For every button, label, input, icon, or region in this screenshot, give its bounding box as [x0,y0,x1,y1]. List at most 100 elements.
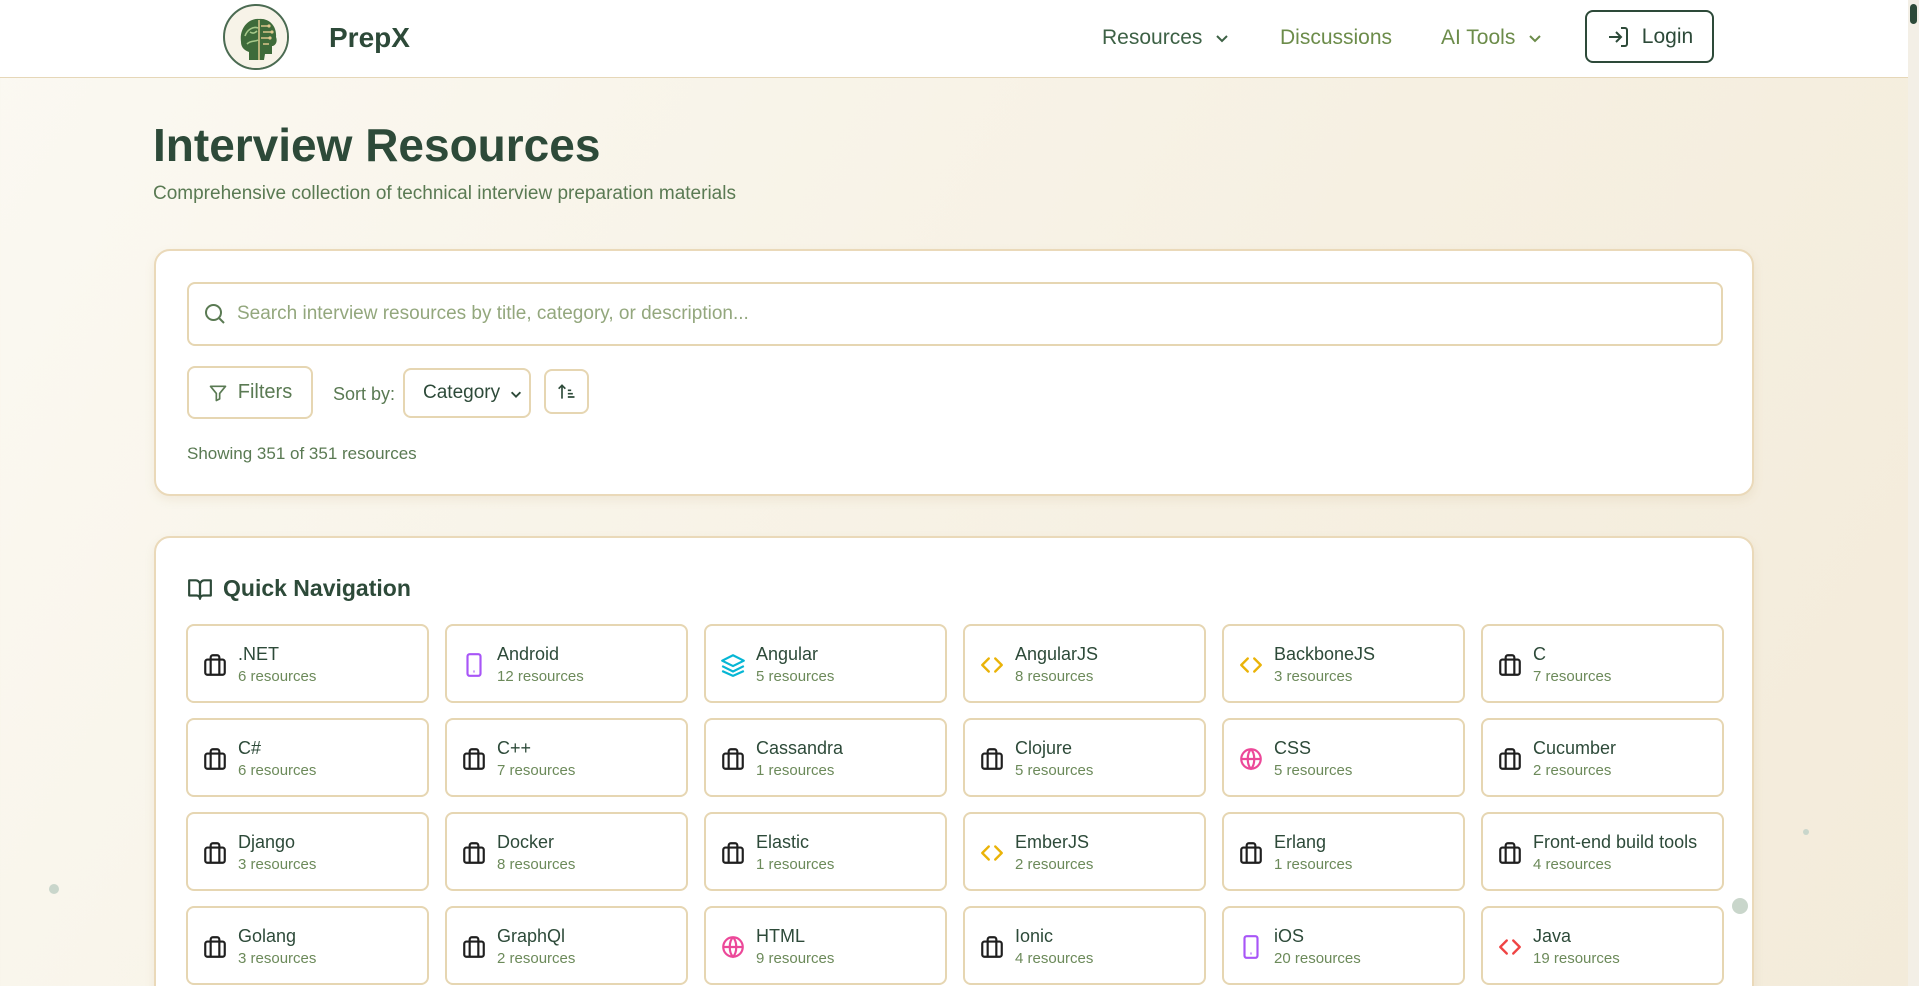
search-field[interactable] [187,282,1723,346]
briefcase-icon [981,748,1003,770]
brand-name[interactable]: PrepX [329,22,410,54]
category-tile[interactable]: C# 6 resources [186,718,429,797]
top-navbar: PrepX Resources Discussions AI Tools Log… [0,0,1908,78]
category-name: Java [1533,926,1572,946]
search-icon [205,304,225,324]
briefcase-icon [1499,748,1521,770]
login-button[interactable]: Login [1585,10,1714,63]
sort-select[interactable]: Category [403,368,531,418]
nav-discussions[interactable]: Discussions [1280,26,1392,50]
nav-ai-tools-label: AI Tools [1441,26,1516,49]
category-tile[interactable]: Erlang 1 resources [1222,812,1465,891]
category-name: Golang [238,926,297,946]
sort-order-button[interactable] [544,369,589,414]
category-name: CSS [1274,738,1312,758]
sort-by-label: Sort by: [333,384,396,404]
category-tile[interactable]: GraphQl 2 resources [445,906,688,985]
brand-logo[interactable] [223,4,289,70]
category-name: EmberJS [1015,832,1090,852]
category-count: 8 resources [1015,668,1094,685]
category-count: 6 resources [238,668,317,685]
category-tile[interactable]: Angular 5 resources [704,624,947,703]
page-subtitle: Comprehensive collection of technical in… [153,183,736,204]
decorative-dot [1732,898,1748,914]
code-icon [981,657,1003,673]
nav-discussions-label: Discussions [1280,26,1393,49]
category-tile[interactable]: Elastic 1 resources [704,812,947,891]
decorative-dot [49,884,59,894]
category-name: C [1533,644,1546,664]
category-tile[interactable]: Django 3 resources [186,812,429,891]
category-name: Django [238,832,296,852]
briefcase-icon [1499,654,1521,676]
category-count: 8 resources [497,856,576,873]
filters-button[interactable]: Filters [187,366,313,419]
category-tile[interactable]: .NET 6 resources [186,624,429,703]
category-count: 4 resources [1533,856,1612,873]
quick-navigation-heading: Quick Navigation [187,575,411,602]
smartphone-icon [1243,935,1259,959]
category-tile[interactable]: EmberJS 2 resources [963,812,1206,891]
category-tile[interactable]: Android 12 resources [445,624,688,703]
category-tile[interactable]: Clojure 5 resources [963,718,1206,797]
category-count: 6 resources [238,762,317,779]
category-count: 5 resources [1015,762,1094,779]
category-name: C# [238,738,262,758]
category-tile[interactable]: HTML 9 resources [704,906,947,985]
quick-navigation-title: Quick Navigation [223,575,411,601]
briefcase-icon [463,936,485,958]
chevron-down-icon [1216,35,1229,43]
category-name: Ionic [1015,926,1054,946]
briefcase-icon [204,842,226,864]
category-name: C++ [497,738,532,758]
book-open-icon [188,578,212,600]
category-tile[interactable]: CSS 5 resources [1222,718,1465,797]
filters-label: Filters [237,381,293,403]
category-tile[interactable]: Docker 8 resources [445,812,688,891]
category-count: 5 resources [1274,762,1353,779]
category-name: Elastic [756,832,810,852]
category-count: 9 resources [756,950,835,967]
code-icon [981,845,1003,861]
category-count: 3 resources [238,856,317,873]
globe-icon [722,936,744,959]
nav-resources[interactable]: Resources [1102,26,1230,50]
category-tile[interactable]: Cucumber 2 resources [1481,718,1724,797]
category-name: GraphQl [497,926,566,946]
category-count: 5 resources [756,668,835,685]
category-tile[interactable]: Ionic 4 resources [963,906,1206,985]
category-count: 1 resources [1274,856,1353,873]
brain-logo-icon [227,8,287,68]
search-input[interactable] [237,284,1707,344]
category-name: Cassandra [756,738,844,758]
category-name: Angular [756,644,819,664]
category-count: 1 resources [756,762,835,779]
category-tile[interactable]: BackboneJS 3 resources [1222,624,1465,703]
layers-icon [721,654,745,677]
chevron-down-icon [1529,35,1542,43]
scrollbar-thumb[interactable] [1910,4,1917,24]
log-in-icon [1608,26,1628,47]
category-tile[interactable]: AngularJS 8 resources [963,624,1206,703]
chevron-down-icon [510,391,522,398]
category-tile[interactable]: C 7 resources [1481,624,1724,703]
page-scrollbar[interactable] [1908,0,1919,986]
category-tile[interactable]: Golang 3 resources [186,906,429,985]
sort-ascending-icon [557,383,574,399]
page-title: Interview Resources [153,119,601,171]
category-tile[interactable]: iOS 20 resources [1222,906,1465,985]
nav-ai-tools[interactable]: AI Tools [1441,26,1543,50]
category-tile[interactable]: Front-end build tools 4 resources [1481,812,1724,891]
category-tile[interactable]: Cassandra 1 resources [704,718,947,797]
category-tile[interactable]: C++ 7 resources [445,718,688,797]
category-count: 12 resources [497,668,584,685]
category-count: 7 resources [497,762,576,779]
login-label: Login [1641,24,1694,48]
category-tile[interactable]: Java 19 resources [1481,906,1724,985]
briefcase-icon [1240,842,1262,864]
briefcase-icon [204,936,226,958]
category-count: 19 resources [1533,950,1620,967]
category-name: HTML [756,926,805,946]
briefcase-icon [463,842,485,864]
briefcase-icon [204,748,226,770]
